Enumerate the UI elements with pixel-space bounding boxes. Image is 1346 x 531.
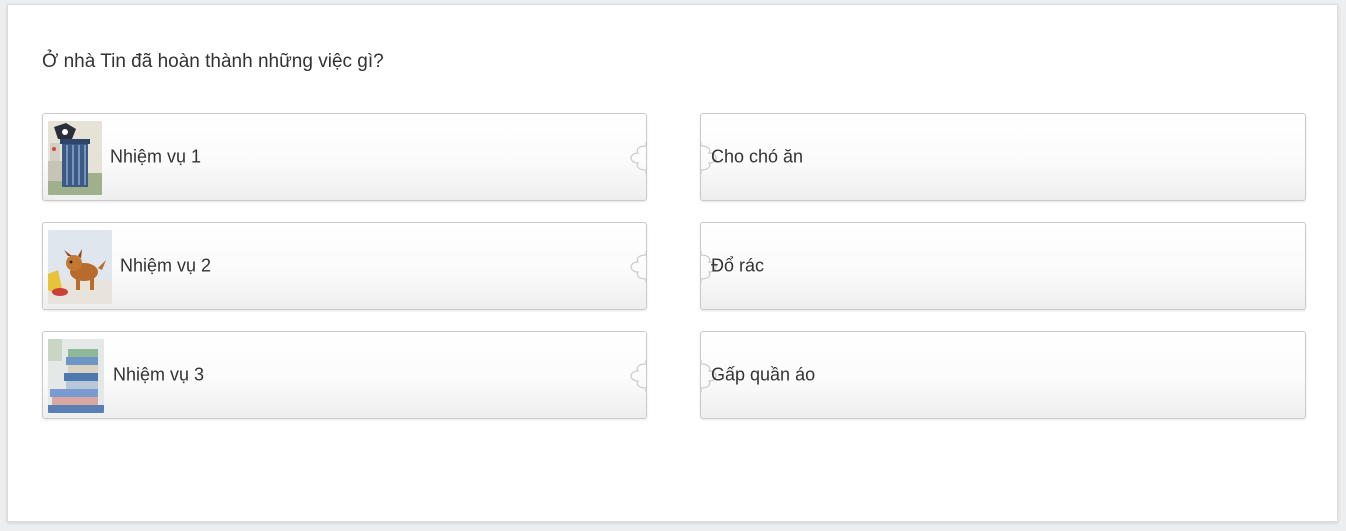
right-piece-2[interactable]: Đổ rác [700, 222, 1306, 310]
puzzle-socket-icon [630, 360, 647, 392]
right-piece-1[interactable]: Cho chó ăn [700, 113, 1306, 201]
puzzle-socket-icon [630, 251, 647, 283]
left-piece-label: Nhiệm vụ 1 [110, 146, 202, 167]
left-piece-label: Nhiệm vụ 3 [113, 364, 205, 385]
folded-clothes-image [48, 339, 104, 413]
question-text: Ở nhà Tin đã hoàn thành những việc gì? [42, 51, 384, 72]
puzzle-socket-icon [630, 142, 647, 174]
right-piece-label: Gấp quần áo [711, 364, 816, 385]
trash-bin-image [48, 121, 102, 195]
dog-eating-image [48, 230, 112, 304]
left-piece-label: Nhiệm vụ 2 [120, 255, 212, 276]
left-piece-1[interactable]: Nhiệm vụ 1 [42, 113, 647, 201]
left-piece-3[interactable]: Nhiệm vụ 3 [42, 331, 647, 419]
activity-card: Ở nhà Tin đã hoàn thành những việc gì? N… [7, 4, 1338, 522]
right-piece-3[interactable]: Gấp quần áo [700, 331, 1306, 419]
right-piece-label: Đổ rác [711, 255, 765, 276]
right-piece-label: Cho chó ăn [711, 146, 804, 167]
left-piece-2[interactable]: Nhiệm vụ 2 [42, 222, 647, 310]
